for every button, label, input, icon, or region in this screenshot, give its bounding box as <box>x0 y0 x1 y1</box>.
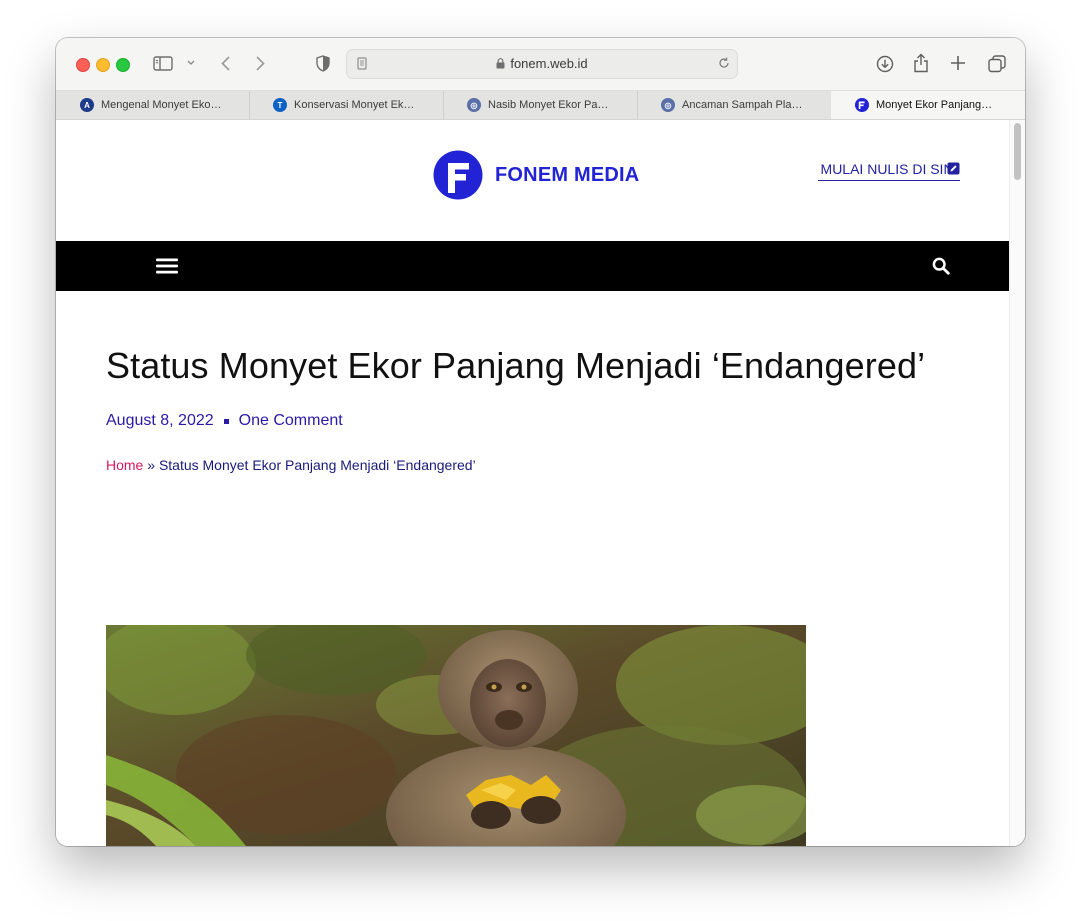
close-window-button[interactable] <box>76 58 90 72</box>
post-meta: August 8, 2022 One Comment <box>106 412 343 430</box>
tab-favicon-icon: A <box>80 98 94 112</box>
comments-link[interactable]: One Comment <box>239 412 343 430</box>
breadcrumb: Home » Status Monyet Ekor Panjang Menjad… <box>106 457 476 473</box>
tab-konservasi-monyet[interactable]: T Konservasi Monyet Ek… <box>249 91 444 119</box>
search-icon[interactable] <box>931 256 951 276</box>
main-nav-bar <box>56 241 1010 291</box>
edit-icon <box>947 162 960 175</box>
back-icon[interactable] <box>218 54 232 72</box>
tab-label: Mengenal Monyet Eko… <box>101 99 222 111</box>
scrollbar-thumb[interactable] <box>1014 123 1021 180</box>
browser-toolbar: fonem.web.id <box>56 38 1025 91</box>
article-title: Status Monyet Ekor Panjang Menjadi ‘Enda… <box>106 345 926 386</box>
tab-label: Nasib Monyet Ekor Pa… <box>488 99 609 111</box>
address-bar[interactable]: fonem.web.id <box>346 49 738 79</box>
tab-favicon-icon: T <box>273 98 287 112</box>
breadcrumb-separator: » <box>147 457 156 473</box>
tab-monyet-ekor-panjang[interactable]: Monyet Ekor Panjang… <box>831 91 1025 119</box>
article-featured-image <box>106 625 806 846</box>
tab-nasib-monyet[interactable]: ◎ Nasib Monyet Ekor Pa… <box>443 91 638 119</box>
tab-favicon-icon: ◎ <box>661 98 675 112</box>
zoom-window-button[interactable] <box>116 58 130 72</box>
mulai-nulis-link[interactable]: MULAI NULIS DI SINI <box>818 160 960 181</box>
cta-label: MULAI NULIS DI SINI <box>820 161 958 177</box>
post-date[interactable]: August 8, 2022 <box>106 412 214 430</box>
reload-icon[interactable] <box>717 56 731 70</box>
tab-favicon-icon <box>855 98 869 112</box>
macaque-photo <box>106 625 806 846</box>
browser-window: fonem.web.id A Mengenal Monyet Eko… T Ko… <box>56 38 1025 846</box>
forward-icon[interactable] <box>253 54 267 72</box>
privacy-shield-icon[interactable] <box>315 54 331 72</box>
hamburger-icon[interactable] <box>156 256 178 276</box>
fonem-logo-icon <box>433 150 483 200</box>
url-text: fonem.web.id <box>510 56 588 71</box>
chevron-down-icon[interactable] <box>186 58 196 68</box>
url-display: fonem.web.id <box>347 56 737 71</box>
meta-separator <box>223 418 229 424</box>
tab-label: Monyet Ekor Panjang… <box>876 99 993 111</box>
lock-icon <box>496 58 505 69</box>
tab-ancaman-sampah[interactable]: ◎ Ancaman Sampah Pla… <box>637 91 832 119</box>
share-icon[interactable] <box>912 52 930 74</box>
tab-favicon-icon: ◎ <box>467 98 481 112</box>
breadcrumb-current: Status Monyet Ekor Panjang Menjadi ‘Enda… <box>158 457 476 473</box>
breadcrumb-home[interactable]: Home <box>106 457 143 473</box>
tab-overview-icon[interactable] <box>987 54 1007 74</box>
web-page: FONEM MEDIA MULAI NULIS DI SINI Status M… <box>56 120 1025 846</box>
page-scrollbar[interactable] <box>1009 120 1025 846</box>
minimize-window-button[interactable] <box>96 58 110 72</box>
tab-bar: A Mengenal Monyet Eko… T Konservasi Mony… <box>56 91 1025 120</box>
logo-text: FONEM MEDIA <box>495 163 640 186</box>
tab-mengenal-monyet[interactable]: A Mengenal Monyet Eko… <box>56 91 250 119</box>
tab-label: Konservasi Monyet Ek… <box>294 99 415 111</box>
sidebar-icon[interactable] <box>153 55 173 71</box>
new-tab-icon[interactable] <box>949 54 967 72</box>
download-icon[interactable] <box>875 54 895 74</box>
site-logo[interactable]: FONEM MEDIA <box>433 150 639 200</box>
tab-label: Ancaman Sampah Pla… <box>682 99 803 111</box>
